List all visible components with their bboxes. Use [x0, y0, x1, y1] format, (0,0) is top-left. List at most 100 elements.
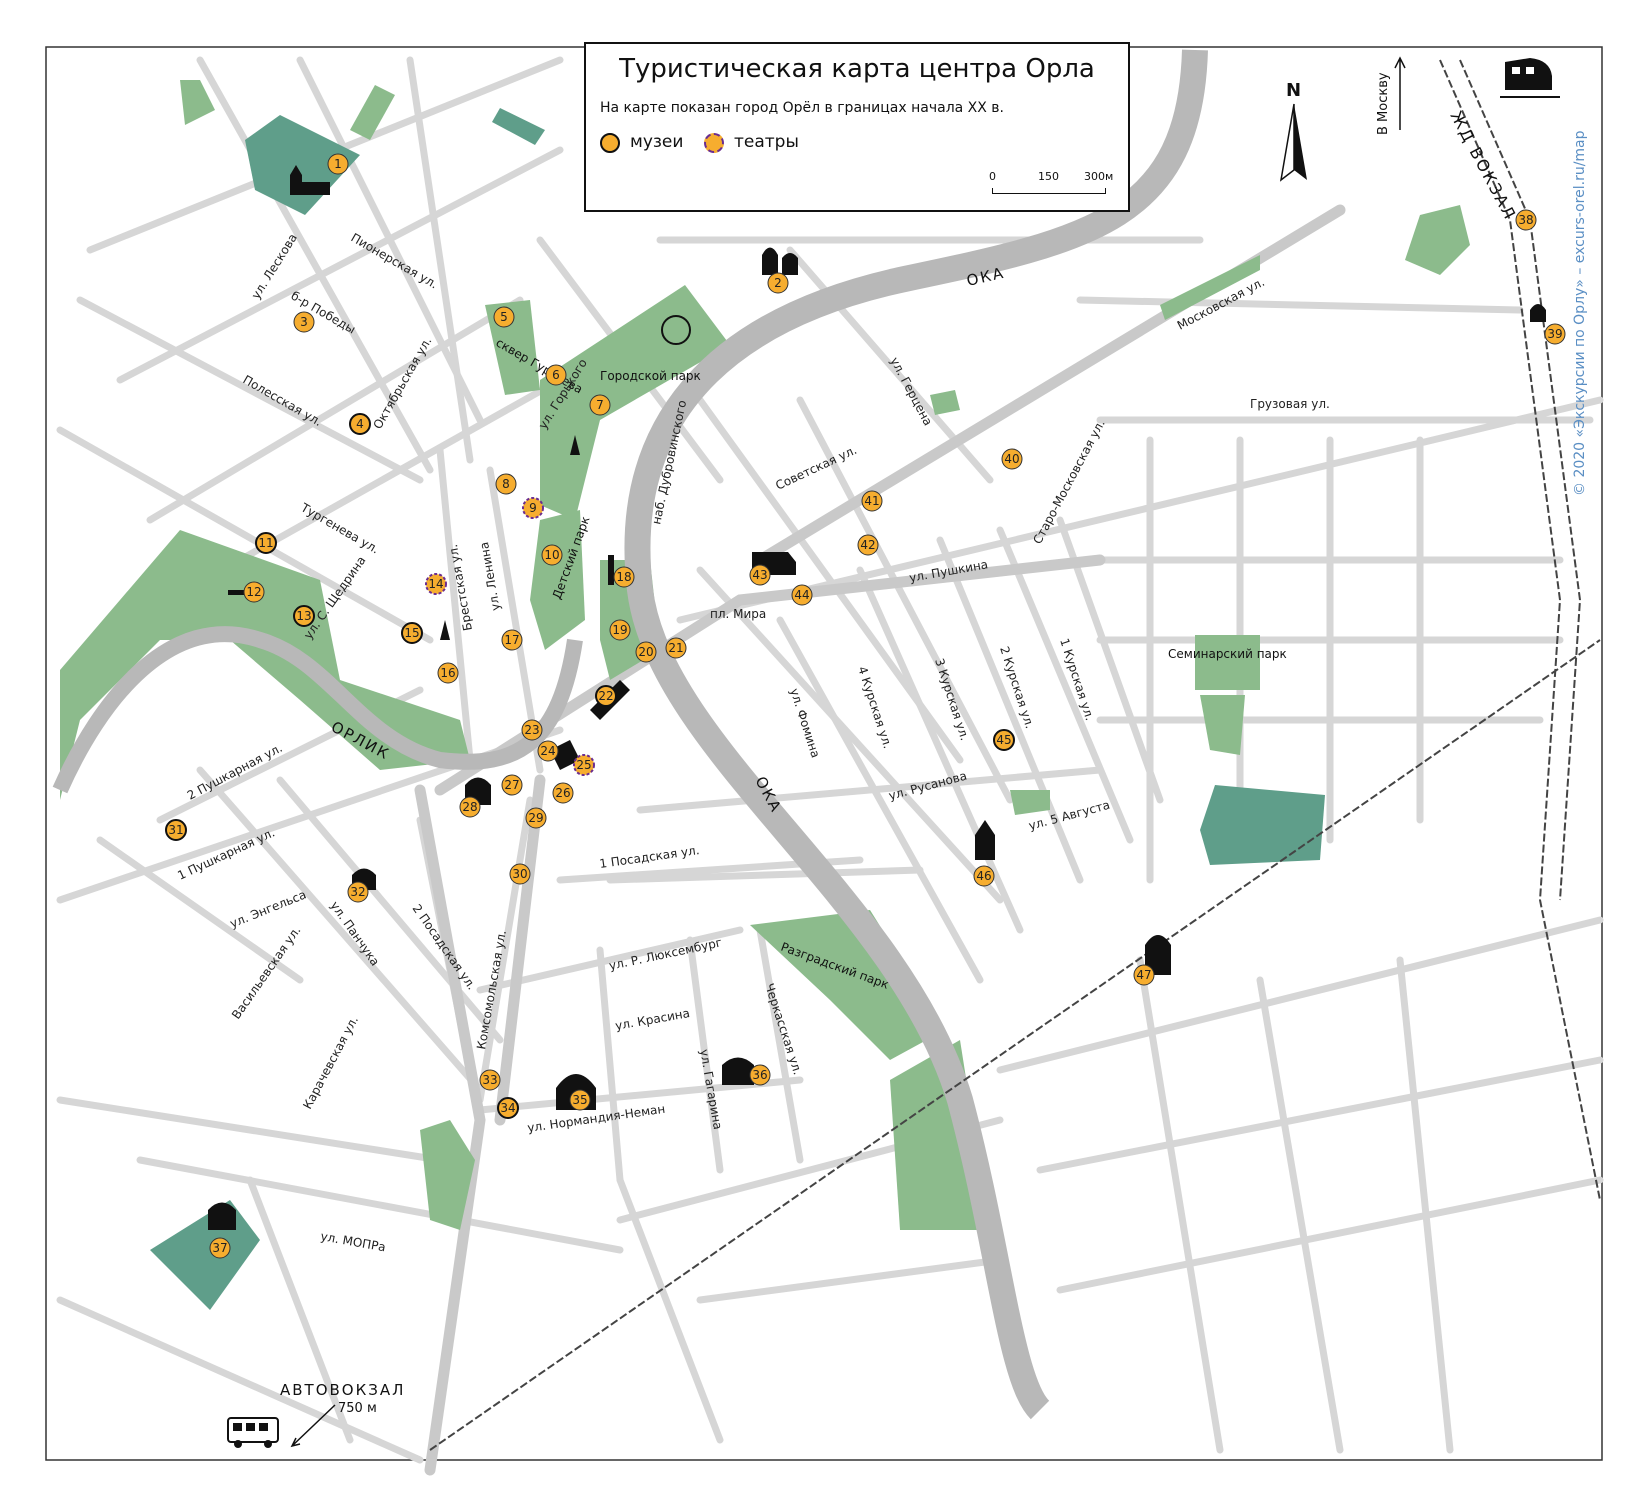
- poi-number: 40: [1004, 452, 1019, 466]
- poi-number: 44: [794, 588, 809, 602]
- museum-marker[interactable]: 11: [255, 532, 277, 554]
- museum-marker[interactable]: 18: [613, 566, 635, 588]
- museum-marker[interactable]: 32: [347, 881, 369, 903]
- poi-number: 19: [612, 623, 627, 637]
- poi-number: 22: [598, 689, 613, 703]
- poi-number: 42: [860, 538, 875, 552]
- museum-marker[interactable]: 8: [495, 473, 517, 495]
- museum-marker[interactable]: 44: [791, 584, 813, 606]
- museum-marker[interactable]: 31: [165, 819, 187, 841]
- museum-marker[interactable]: 26: [552, 782, 574, 804]
- museum-marker[interactable]: 33: [479, 1069, 501, 1091]
- scale-tick: 300м: [1084, 170, 1114, 183]
- scale-tick: 150: [1038, 170, 1059, 183]
- museum-marker[interactable]: 46: [973, 865, 995, 887]
- theatre-marker[interactable]: 25: [573, 754, 595, 776]
- museum-marker[interactable]: 38: [1515, 209, 1537, 231]
- museum-marker[interactable]: 21: [665, 637, 687, 659]
- museum-marker[interactable]: 5: [493, 306, 515, 328]
- museum-marker[interactable]: 37: [209, 1237, 231, 1259]
- legend-box: Туристическая карта центра Орла На карте…: [584, 42, 1130, 212]
- museum-marker[interactable]: 30: [509, 863, 531, 885]
- museum-marker[interactable]: 20: [635, 641, 657, 663]
- museum-marker[interactable]: 35: [569, 1089, 591, 1111]
- museum-marker[interactable]: 36: [749, 1064, 771, 1086]
- museum-marker[interactable]: 17: [501, 629, 523, 651]
- museum-marker[interactable]: 1: [327, 153, 349, 175]
- poi-number: 26: [555, 786, 570, 800]
- poi-number: 39: [1547, 327, 1562, 341]
- museum-marker[interactable]: 28: [459, 796, 481, 818]
- museum-marker[interactable]: 22: [595, 685, 617, 707]
- museum-marker[interactable]: 13: [293, 605, 315, 627]
- bus-station-distance: 750 м: [338, 1401, 377, 1416]
- poi-number: 6: [552, 368, 560, 382]
- museum-marker[interactable]: 34: [497, 1097, 519, 1119]
- museum-marker[interactable]: 24: [537, 740, 559, 762]
- museum-marker[interactable]: 27: [501, 774, 523, 796]
- museum-marker[interactable]: 3: [293, 311, 315, 333]
- legend-museums-label: музеи: [630, 132, 684, 152]
- theatre-marker[interactable]: 9: [522, 497, 544, 519]
- museum-marker[interactable]: 7: [589, 394, 611, 416]
- poi-number: 16: [440, 666, 455, 680]
- poi-number: 41: [864, 494, 879, 508]
- museum-marker[interactable]: 41: [861, 490, 883, 512]
- museum-marker[interactable]: 10: [541, 544, 563, 566]
- museum-marker[interactable]: 23: [521, 719, 543, 741]
- poi-number: 38: [1518, 213, 1533, 227]
- map-root: ОКА ОКА ОРЛИК Городской парк Детский пар…: [0, 0, 1641, 1500]
- poi-number: 24: [540, 744, 555, 758]
- poi-number: 12: [246, 585, 261, 599]
- poi-number: 35: [572, 1093, 587, 1107]
- museum-marker[interactable]: 29: [525, 807, 547, 829]
- museum-marker[interactable]: 4: [349, 413, 371, 435]
- museum-marker[interactable]: 16: [437, 662, 459, 684]
- museum-marker[interactable]: 45: [993, 729, 1015, 751]
- theatre-marker-icon: [704, 133, 724, 153]
- moscow-direction-label: В Москву: [1376, 72, 1391, 135]
- poi-number: 2: [774, 276, 782, 290]
- poi-number: 3: [300, 315, 308, 329]
- poi-number: 4: [356, 417, 364, 431]
- poi-number: 8: [502, 477, 510, 491]
- museum-marker[interactable]: 43: [749, 564, 771, 586]
- museum-marker[interactable]: 42: [857, 534, 879, 556]
- museum-marker[interactable]: 40: [1001, 448, 1023, 470]
- theatre-marker[interactable]: 14: [425, 573, 447, 595]
- poi-number: 34: [500, 1101, 515, 1115]
- monument-icon: [228, 590, 244, 595]
- poi-number: 29: [528, 811, 543, 825]
- museum-marker[interactable]: 6: [545, 364, 567, 386]
- poi-number: 13: [296, 609, 311, 623]
- poi-number: 25: [576, 758, 591, 772]
- poi-number: 32: [350, 885, 365, 899]
- poi-number: 47: [1136, 968, 1151, 982]
- poi-number: 20: [638, 645, 653, 659]
- monument-icon: [608, 555, 614, 585]
- poi-number: 36: [752, 1068, 767, 1082]
- map-title: Туристическая карта центра Орла: [619, 54, 1095, 84]
- museum-marker[interactable]: 19: [609, 619, 631, 641]
- poi-number: 27: [504, 778, 519, 792]
- poi-number: 11: [258, 536, 273, 550]
- museum-marker[interactable]: 39: [1544, 323, 1566, 345]
- copyright-link[interactable]: © 2020 «Экскурсии по Орлу» – excurs-orel…: [1572, 130, 1588, 496]
- church-icon: [722, 1057, 754, 1085]
- poi-number: 21: [668, 641, 683, 655]
- museum-marker[interactable]: 12: [243, 581, 265, 603]
- museum-marker[interactable]: 2: [767, 272, 789, 294]
- poi-number: 17: [504, 633, 519, 647]
- poi-number: 14: [428, 577, 443, 591]
- poi-number: 43: [752, 568, 767, 582]
- poi-number: 10: [544, 548, 559, 562]
- poi-number: 28: [462, 800, 477, 814]
- museum-marker[interactable]: 15: [401, 622, 423, 644]
- map-canvas: ОКА ОКА ОРЛИК Городской парк Детский пар…: [45, 42, 1604, 1476]
- scale-tick: 0: [989, 170, 996, 183]
- gorodskoy-park-label: Городской парк: [600, 369, 701, 383]
- poi-number: 45: [996, 733, 1011, 747]
- museum-marker[interactable]: 47: [1133, 964, 1155, 986]
- poi-number: 37: [212, 1241, 227, 1255]
- legend-theatres-label: театры: [734, 132, 799, 152]
